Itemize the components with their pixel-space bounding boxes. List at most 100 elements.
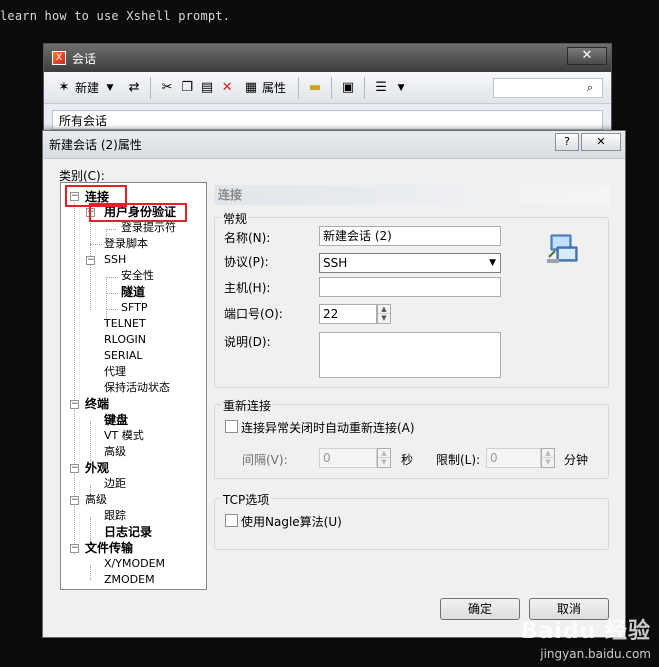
spin-down-icon[interactable]: ▼ [378, 458, 390, 467]
tree-item-security[interactable]: 安全性 [121, 268, 154, 284]
ok-button[interactable]: 确定 [440, 598, 520, 620]
session-close-button[interactable]: ✕ [567, 47, 607, 65]
tree-item-zmodem[interactable]: ZMODEM [104, 572, 155, 588]
limit-field[interactable]: 0 [486, 448, 541, 468]
session-list-icon[interactable]: ▣ [340, 80, 356, 96]
interval-field[interactable]: 0 [319, 448, 377, 468]
tree-item-rlogin[interactable]: RLOGIN [104, 332, 146, 348]
port-label: 端口号(O): [224, 307, 283, 321]
minutes-label: 分钟 [564, 453, 589, 467]
tree-item-telnet[interactable]: TELNET [104, 316, 146, 332]
description-label: 说明(D): [224, 335, 271, 349]
spin-down-icon[interactable]: ▼ [378, 314, 390, 323]
auto-reconnect-label: 连接异常关闭时自动重新连接(A) [241, 421, 415, 435]
tree-item-login-prompt[interactable]: 登录提示符 [121, 220, 176, 236]
spin-up-icon[interactable]: ▲ [378, 449, 390, 458]
session-window-titlebar: X 会话 ✕ [44, 44, 611, 72]
watermark-url: jingyan.baidu.com [540, 647, 651, 661]
session-search-input[interactable]: ⌕ [493, 77, 603, 98]
xshell-logo-icon: X [52, 51, 66, 65]
port-field[interactable]: 22 [319, 304, 377, 324]
baidu-jingyan-watermark: Baidu 经验 jingyan.baidu.com [521, 613, 651, 661]
reconnect-group-title: 重新连接 [221, 397, 274, 414]
properties-icon: ▦ [244, 79, 258, 95]
session-properties-dialog: 新建会话 (2)属性 ? ✕ 类别(C): − 连接 − 用户身份验证 登录提示… [42, 130, 626, 638]
view-dropdown-icon[interactable]: ▼ [393, 80, 409, 96]
tree-item-logging[interactable]: 日志记录 [104, 524, 152, 540]
dialog-close-button[interactable]: ✕ [581, 133, 621, 151]
spin-up-icon[interactable]: ▲ [378, 305, 390, 314]
name-field[interactable]: 新建会话 (2) [319, 226, 501, 246]
host-field[interactable] [319, 277, 501, 297]
tree-item-xymodem[interactable]: X/YMODEM [104, 556, 165, 572]
tree-item-ssh[interactable]: SSH [104, 252, 126, 268]
description-field[interactable] [319, 332, 501, 378]
dialog-titlebar: 新建会话 (2)属性 ? ✕ [43, 131, 625, 159]
tcp-options-group-title: TCP选项 [221, 491, 272, 508]
session-address-bar[interactable]: 所有会话 [52, 110, 603, 130]
seconds-label: 秒 [401, 453, 414, 467]
tree-toggle-icon[interactable]: − [70, 496, 79, 505]
session-toolbar: ✶ 新建 ▼ ⇄ ✂ ❐ ▤ ✕ ▦ 属性 ▬ ▣ ☰ ▼ ⌕ [44, 72, 611, 104]
auto-reconnect-checkbox[interactable] [225, 420, 238, 433]
toolbar-separator [331, 76, 333, 99]
general-group-title: 常规 [221, 210, 250, 227]
port-spinner[interactable]: ▲ ▼ [377, 304, 391, 324]
tree-toggle-icon[interactable]: − [70, 544, 79, 553]
interval-spinner[interactable]: ▲ ▼ [377, 448, 391, 468]
session-address-text: 所有会话 [59, 113, 108, 128]
name-label: 名称(N): [224, 231, 271, 245]
limit-label: 限制(L): [436, 453, 481, 467]
tree-item-file-transfer[interactable]: 文件传输 [85, 540, 133, 556]
limit-spinner[interactable]: ▲ ▼ [541, 448, 555, 468]
tree-item-keyboard[interactable]: 键盘 [104, 412, 128, 428]
cut-icon[interactable]: ✂ [159, 80, 175, 96]
tree-item-login-script[interactable]: 登录脚本 [104, 236, 148, 252]
new-session-icon: ✶ [58, 79, 70, 95]
copy-icon[interactable]: ❐ [179, 80, 195, 96]
protocol-label: 协议(P): [224, 255, 269, 269]
paste-icon[interactable]: ▤ [199, 80, 215, 96]
tree-toggle-icon[interactable]: − [86, 256, 95, 265]
spin-up-icon[interactable]: ▲ [542, 449, 554, 458]
tree-item-serial[interactable]: SERIAL [104, 348, 142, 364]
interval-label: 间隔(V): [242, 453, 288, 467]
nagle-label: 使用Nagle算法(U) [241, 515, 342, 529]
tree-item-terminal-advanced[interactable]: 高级 [104, 444, 126, 460]
tree-item-trace[interactable]: 跟踪 [104, 508, 126, 524]
view-icon[interactable]: ☰ [373, 80, 389, 96]
watermark-brand: Baidu 经验 [520, 619, 651, 644]
tree-item-tunneling[interactable]: 隧道 [121, 284, 145, 300]
connect-icon[interactable]: ⇄ [126, 80, 142, 96]
properties-button[interactable]: ▦ 属性 [239, 76, 290, 100]
toolbar-separator [150, 76, 152, 99]
host-label: 主机(H): [224, 281, 271, 295]
category-tree[interactable]: − 连接 − 用户身份验证 登录提示符 登录脚本 − SSH 安全性 隧道 SF… [60, 182, 207, 590]
new-session-label: 新建 [75, 81, 100, 95]
section-header: 连接 [214, 185, 610, 205]
search-icon: ⌕ [586, 80, 594, 94]
nagle-checkbox[interactable] [225, 514, 238, 527]
tree-item-advanced[interactable]: 高级 [85, 492, 107, 508]
protocol-select[interactable]: SSH ▼ [319, 253, 501, 273]
dropdown-arrow-icon[interactable]: ▼ [102, 80, 118, 96]
delete-icon[interactable]: ✕ [219, 80, 235, 96]
spin-down-icon[interactable]: ▼ [542, 458, 554, 467]
tree-item-keep-alive[interactable]: 保持活动状态 [104, 380, 170, 396]
help-button[interactable]: ? [555, 133, 579, 151]
tree-item-vt-mode[interactable]: VT 模式 [104, 428, 144, 444]
tree-item-terminal[interactable]: 终端 [85, 396, 109, 412]
tree-item-margins[interactable]: 边距 [104, 476, 126, 492]
tree-item-appearance[interactable]: 外观 [85, 460, 109, 476]
tree-item-proxy[interactable]: 代理 [104, 364, 126, 380]
tree-toggle-icon[interactable]: − [70, 400, 79, 409]
session-window-title: 会话 [72, 51, 97, 66]
terminal-output-line: learn how to use Xshell prompt. [0, 9, 231, 23]
toolbar-separator [298, 76, 300, 99]
toolbar-separator [364, 76, 366, 99]
new-session-button[interactable]: ✶ 新建 ▼ [52, 76, 122, 100]
tree-toggle-icon[interactable]: − [70, 464, 79, 473]
properties-label: 属性 [262, 81, 287, 95]
tree-item-sftp[interactable]: SFTP [121, 300, 147, 316]
folder-icon[interactable]: ▬ [307, 80, 323, 96]
